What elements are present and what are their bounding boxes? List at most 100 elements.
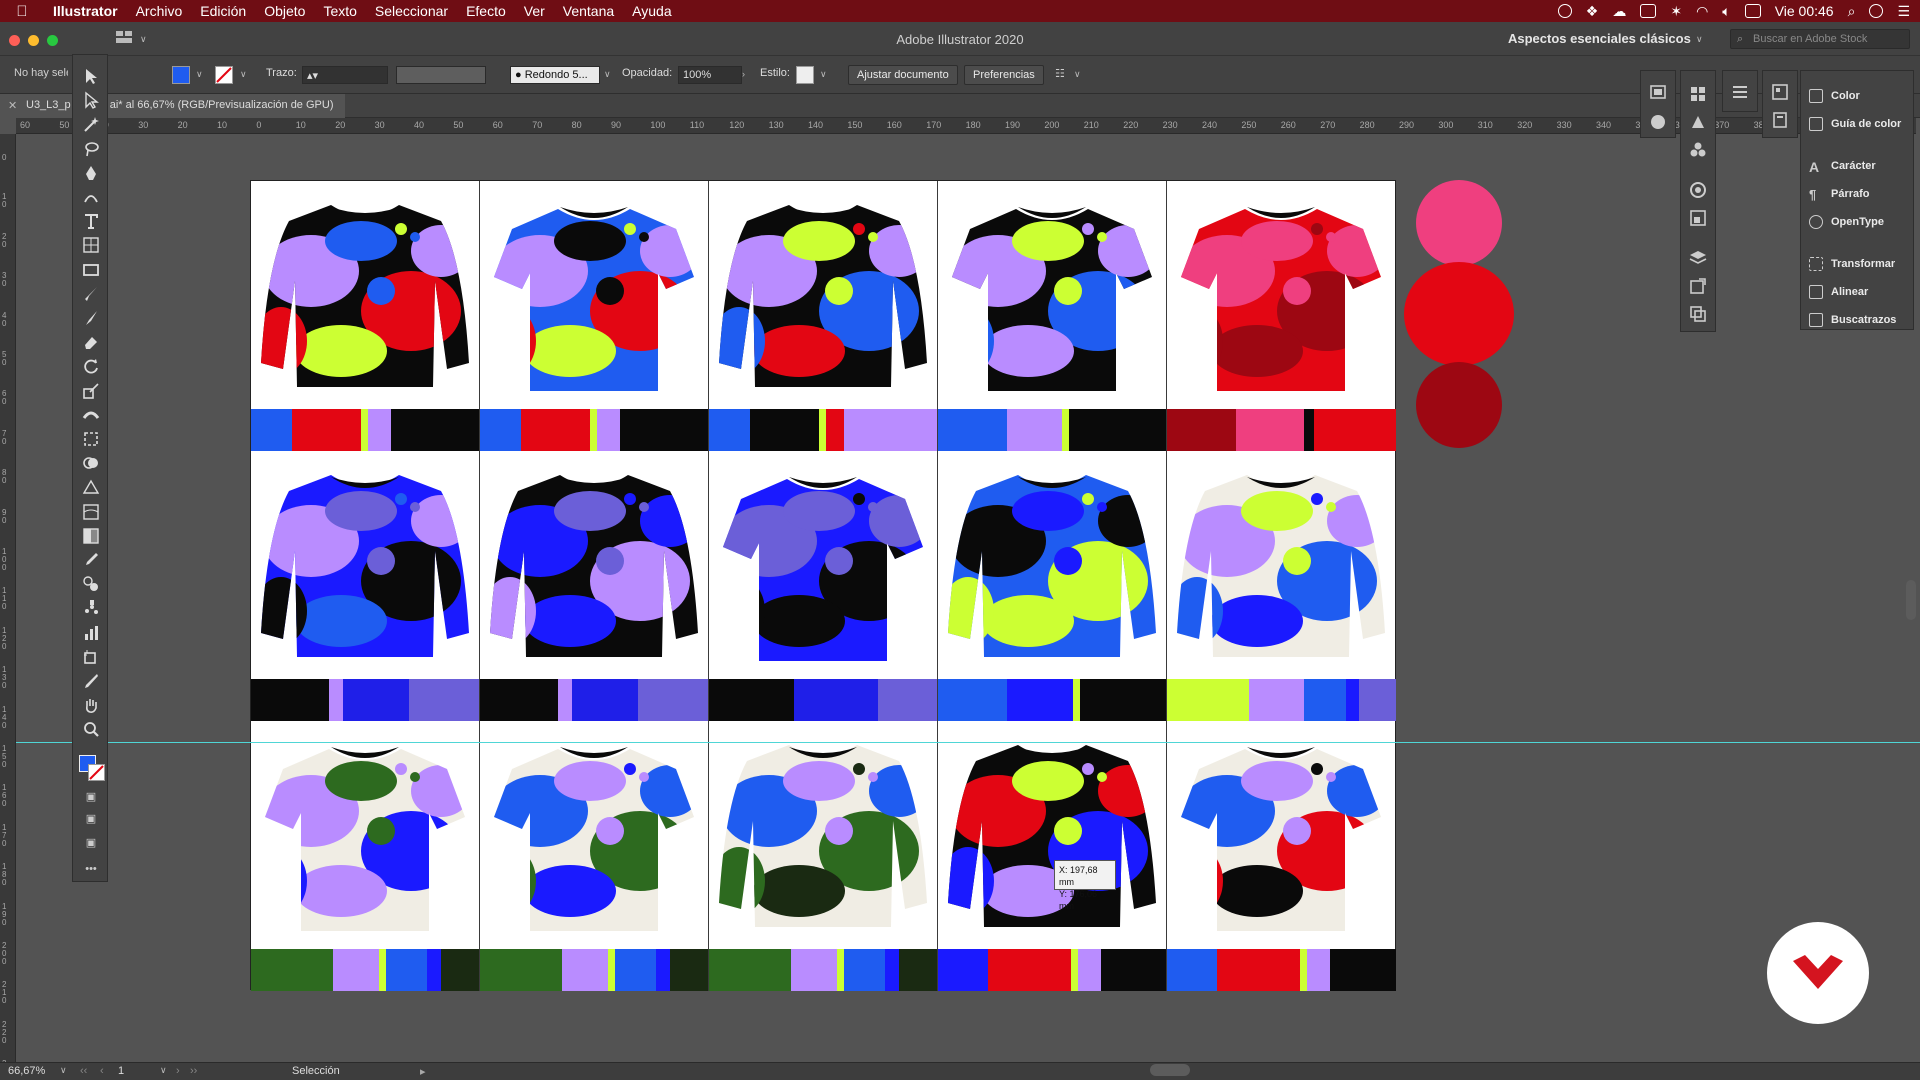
palette-swatch[interactable] (619, 409, 708, 451)
palette-swatch[interactable] (709, 409, 751, 451)
canvas-swatch-red[interactable] (1404, 262, 1514, 366)
color-palette-bar[interactable] (1167, 949, 1396, 991)
palette-swatch[interactable] (292, 409, 361, 451)
record-icon[interactable] (1557, 4, 1572, 18)
palette-swatch[interactable] (1061, 409, 1069, 451)
chevron-down-icon[interactable]: ∨ (820, 69, 827, 80)
garment-tile[interactable] (251, 721, 480, 991)
palette-swatch[interactable] (441, 949, 479, 991)
palette-swatch[interactable] (589, 409, 597, 451)
palette-swatch[interactable] (988, 949, 1071, 991)
color-palette-bar[interactable] (938, 679, 1166, 721)
menu-archivo[interactable]: Archivo (127, 3, 192, 19)
panel-paragraph[interactable]: ¶ Párrafo (1809, 183, 1870, 205)
creative-cloud-icon[interactable]: ☁ (1612, 3, 1626, 20)
palette-swatch[interactable] (885, 949, 900, 991)
scale-tool-icon[interactable] (82, 382, 100, 400)
color-palette-bar[interactable] (1167, 679, 1396, 721)
variable-width-profile[interactable] (396, 66, 486, 84)
menu-efecto[interactable]: Efecto (457, 3, 515, 19)
garment-tile[interactable] (938, 451, 1167, 721)
garment-illustration[interactable] (709, 451, 938, 679)
magic-wand-tool-icon[interactable] (82, 115, 100, 133)
airplay-icon[interactable] (1640, 4, 1657, 18)
garment-tile[interactable] (1167, 181, 1396, 451)
libraries-icon[interactable] (1771, 83, 1789, 101)
palette-swatch[interactable] (521, 409, 590, 451)
garment-tile[interactable] (709, 451, 938, 721)
document-tab[interactable]: ✕ U3_L3_p ai* al 66,67% (RGB/Previsualiz… (0, 94, 345, 118)
palette-swatch[interactable] (709, 679, 794, 721)
horizontal-ruler[interactable]: 6050403020100102030405060708090100110120… (16, 118, 1916, 134)
fill-color-swatch[interactable] (172, 66, 190, 84)
menu-app-name[interactable]: Illustrator (44, 3, 127, 19)
palette-swatch[interactable] (379, 949, 387, 991)
stroke-swatch[interactable] (88, 764, 105, 781)
menu-objeto[interactable]: Objeto (255, 3, 314, 19)
zoom-tool-icon[interactable] (82, 720, 100, 738)
palette-swatch[interactable] (1100, 949, 1166, 991)
garment-illustration[interactable] (709, 721, 938, 949)
palette-swatch[interactable] (427, 949, 442, 991)
menu-seleccionar[interactable]: Seleccionar (366, 3, 457, 19)
palette-swatch[interactable] (342, 679, 409, 721)
palette-swatch[interactable] (480, 679, 558, 721)
menu-ayuda[interactable]: Ayuda (623, 3, 680, 19)
color-mode-icon[interactable]: ▣ (83, 791, 99, 803)
palette-swatch[interactable] (1217, 949, 1300, 991)
garment-tile[interactable] (709, 181, 938, 451)
palette-swatch[interactable] (1249, 679, 1305, 721)
color-palette-bar[interactable] (709, 679, 937, 721)
palette-swatch[interactable] (557, 679, 572, 721)
palette-swatch[interactable] (571, 679, 638, 721)
palette-swatch[interactable] (1304, 409, 1314, 451)
panel-transform[interactable]: Transformar (1809, 253, 1895, 275)
mesh-tool-icon[interactable] (82, 503, 100, 521)
brushes-icon[interactable] (1689, 113, 1707, 131)
garment-illustration[interactable] (480, 451, 709, 679)
palette-swatch[interactable] (638, 679, 708, 721)
palette-swatch[interactable] (1167, 679, 1250, 721)
menubar-clock[interactable]: Vie 00:46 (1775, 3, 1834, 19)
curvature-tool-icon[interactable] (82, 188, 100, 206)
paintbrush-tool-icon[interactable] (82, 285, 100, 303)
palette-swatch[interactable] (480, 949, 563, 991)
first-artboard-icon[interactable]: ‹‹ (80, 1065, 87, 1077)
palette-swatch[interactable] (562, 949, 609, 991)
garment-illustration[interactable] (1167, 721, 1396, 949)
close-tab-icon[interactable]: ✕ (8, 99, 17, 112)
align-options-icon[interactable]: ☷ (1055, 67, 1065, 80)
panel-color[interactable]: Color (1809, 85, 1860, 107)
menu-texto[interactable]: Texto (314, 3, 365, 19)
artboard-tool-icon[interactable] (82, 648, 100, 666)
palette-swatch[interactable] (409, 679, 479, 721)
brush-definition[interactable]: ● Redondo 5... (510, 66, 600, 84)
palette-swatch[interactable] (818, 409, 826, 451)
previous-artboard-icon[interactable]: ‹ (100, 1065, 104, 1077)
garment-illustration[interactable] (251, 181, 480, 409)
horizontal-scrollbar[interactable] (1150, 1064, 1190, 1076)
palette-swatch[interactable] (825, 409, 845, 451)
garment-illustration[interactable] (251, 451, 480, 679)
shape-builder-tool-icon[interactable] (82, 454, 100, 472)
panel-opentype[interactable]: OpenType (1809, 211, 1884, 233)
palette-swatch[interactable] (750, 409, 819, 451)
palette-swatch[interactable] (251, 679, 329, 721)
chevron-down-icon[interactable]: ∨ (196, 69, 203, 80)
palette-swatch[interactable] (938, 679, 1007, 721)
edit-toolbar-icon[interactable]: ••• (83, 863, 99, 875)
last-artboard-icon[interactable]: ›› (190, 1065, 197, 1077)
color-palette-bar[interactable] (251, 949, 479, 991)
palette-swatch[interactable] (1329, 949, 1396, 991)
garment-illustration[interactable] (480, 721, 709, 949)
palette-swatch[interactable] (938, 409, 1007, 451)
palette-swatch[interactable] (670, 949, 708, 991)
perspective-grid-tool-icon[interactable] (82, 478, 100, 496)
panel-menu-icon[interactable] (1731, 83, 1749, 101)
apple-menu-icon[interactable]:  (0, 3, 44, 20)
symbols-icon[interactable] (1689, 141, 1707, 159)
rotate-tool-icon[interactable] (82, 357, 100, 375)
chevron-down-icon[interactable]: ∨ (160, 1065, 167, 1076)
palette-swatch[interactable] (1006, 409, 1062, 451)
garment-tile[interactable] (480, 451, 709, 721)
